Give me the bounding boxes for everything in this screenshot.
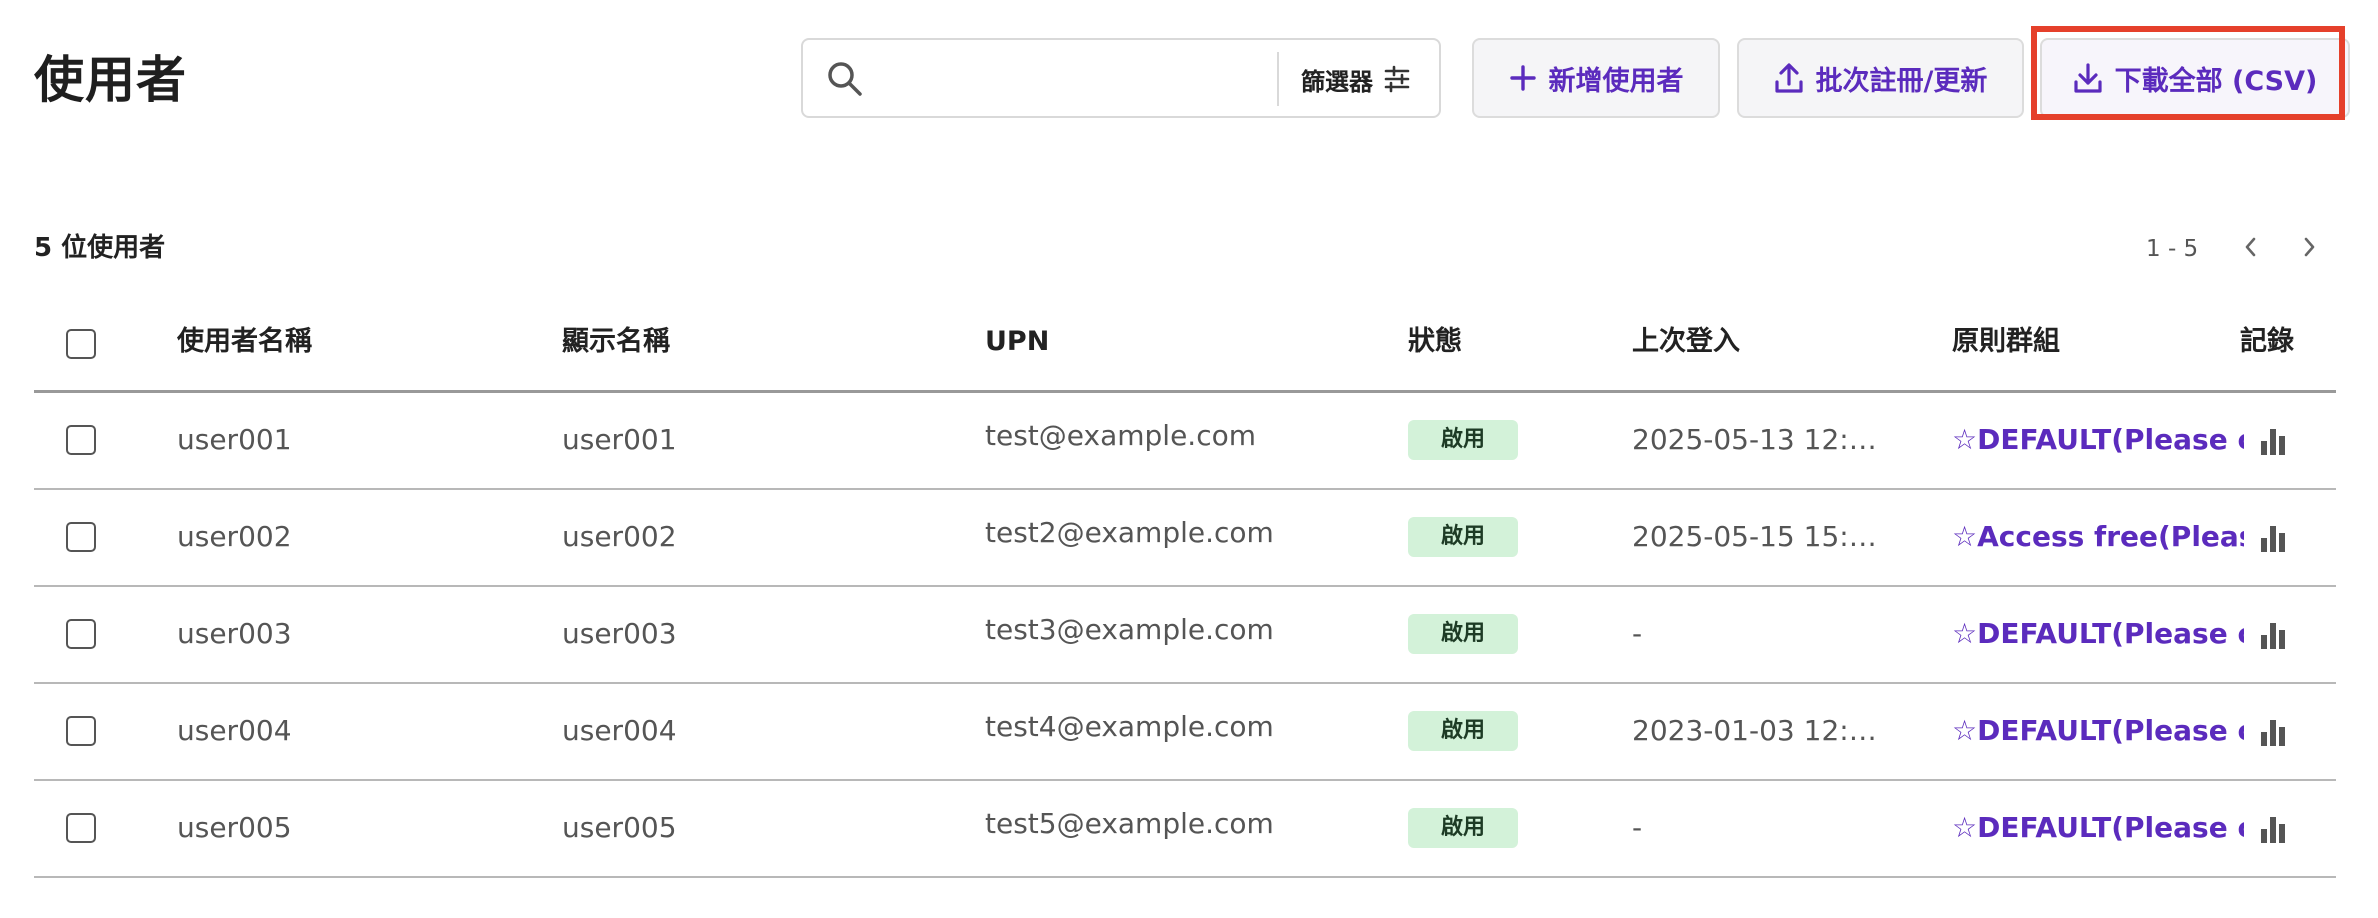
policy-group-link[interactable]: ☆DEFAULT(Please c [1952,419,2244,461]
bar-chart-icon[interactable] [2258,718,2288,746]
upn-cell: test5@example.com [985,807,1274,840]
column-header-last-login[interactable]: 上次登入 [1632,322,1740,362]
user-count: 5 位使用者 [34,233,166,263]
column-header-username[interactable]: 使用者名稱 [177,322,312,362]
add-user-label: 新增使用者 [1548,65,1684,97]
status-badge: 啟用 [1408,711,1518,751]
bar-chart-icon[interactable] [2258,427,2288,455]
display-name-cell: user001 [562,423,677,456]
download-csv-label: 下載全部 (CSV) [2114,65,2318,97]
policy-group-link[interactable]: ☆DEFAULT(Please c [1952,807,2244,849]
search-box: 篩選器 [801,38,1441,118]
filter-button[interactable]: 篩選器 [1301,52,1433,106]
search-icon [828,62,862,96]
username-cell: user004 [177,714,292,747]
policy-group-link[interactable]: ☆DEFAULT(Please c [1952,710,2244,752]
add-user-button[interactable]: 新增使用者 [1472,38,1720,118]
table-header: 使用者名稱 顯示名稱 UPN 狀態 上次登入 原則群組 記錄 [34,298,2336,393]
row-checkbox[interactable] [66,813,96,843]
upn-cell: test2@example.com [985,516,1274,549]
username-cell: user001 [177,423,292,456]
policy-group-link[interactable]: ☆Access free(Pleas [1952,516,2244,558]
display-name-cell: user003 [562,617,677,650]
page-title: 使用者 [34,51,187,109]
sliders-icon [1384,65,1410,93]
table-row: user005 user005 test5@example.com 啟用 - ☆… [34,781,2336,878]
search-input[interactable] [881,54,886,104]
next-page-button[interactable] [2286,224,2332,270]
bulk-register-label: 批次註冊/更新 [1815,65,1988,97]
username-cell: user005 [177,811,292,844]
users-table: 使用者名稱 顯示名稱 UPN 狀態 上次登入 原則群組 記錄 user001 u… [34,298,2336,878]
last-login-cell: 2025-05-13 12:06:… [1632,423,1894,456]
bar-chart-icon[interactable] [2258,621,2288,649]
last-login-cell: - [1632,811,1643,844]
column-header-status[interactable]: 狀態 [1408,322,1462,362]
pagination-range: 1 - 5 [2146,236,2199,262]
row-checkbox[interactable] [66,425,96,455]
select-all-checkbox[interactable] [66,329,96,359]
table-row: user001 user001 test@example.com 啟用 2025… [34,393,2336,490]
table-row: user003 user003 test3@example.com 啟用 - ☆… [34,587,2336,684]
bar-chart-icon[interactable] [2258,815,2288,843]
plus-icon [1509,65,1536,91]
previous-page-button[interactable] [2228,224,2274,270]
username-cell: user003 [177,617,292,650]
column-header-upn[interactable]: UPN [985,322,1049,362]
row-checkbox[interactable] [66,716,96,746]
last-login-cell: 2025-05-15 15:09:… [1632,520,1894,553]
upn-cell: test4@example.com [985,710,1274,743]
bar-chart-icon[interactable] [2258,524,2288,552]
chevron-right-icon [2304,237,2315,257]
table-row: user004 user004 test4@example.com 啟用 202… [34,684,2336,781]
policy-group-link[interactable]: ☆DEFAULT(Please c [1952,613,2244,655]
column-header-log: 記錄 [2240,326,2294,357]
display-name-cell: user005 [562,811,677,844]
search-divider [1277,52,1279,106]
row-checkbox[interactable] [66,619,96,649]
display-name-cell: user004 [562,714,677,747]
download-icon [2074,63,2102,93]
last-login-cell: 2023-01-03 12:26:… [1632,714,1894,747]
status-badge: 啟用 [1408,614,1518,654]
filter-label: 篩選器 [1301,67,1373,96]
status-badge: 啟用 [1408,517,1518,557]
bulk-register-button[interactable]: 批次註冊/更新 [1737,38,2024,118]
last-login-cell: - [1632,617,1643,650]
upn-cell: test3@example.com [985,613,1274,646]
column-header-policy-group[interactable]: 原則群組 [1952,322,2060,362]
chevron-left-icon [2245,237,2256,257]
username-cell: user002 [177,520,292,553]
upn-cell: test@example.com [985,419,1256,452]
download-csv-button[interactable]: 下載全部 (CSV) [2040,38,2350,118]
column-header-display-name[interactable]: 顯示名稱 [562,322,670,362]
status-badge: 啟用 [1408,420,1518,460]
row-checkbox[interactable] [66,522,96,552]
table-row: user002 user002 test2@example.com 啟用 202… [34,490,2336,587]
upload-icon [1774,63,1803,93]
display-name-cell: user002 [562,520,677,553]
status-badge: 啟用 [1408,808,1518,848]
